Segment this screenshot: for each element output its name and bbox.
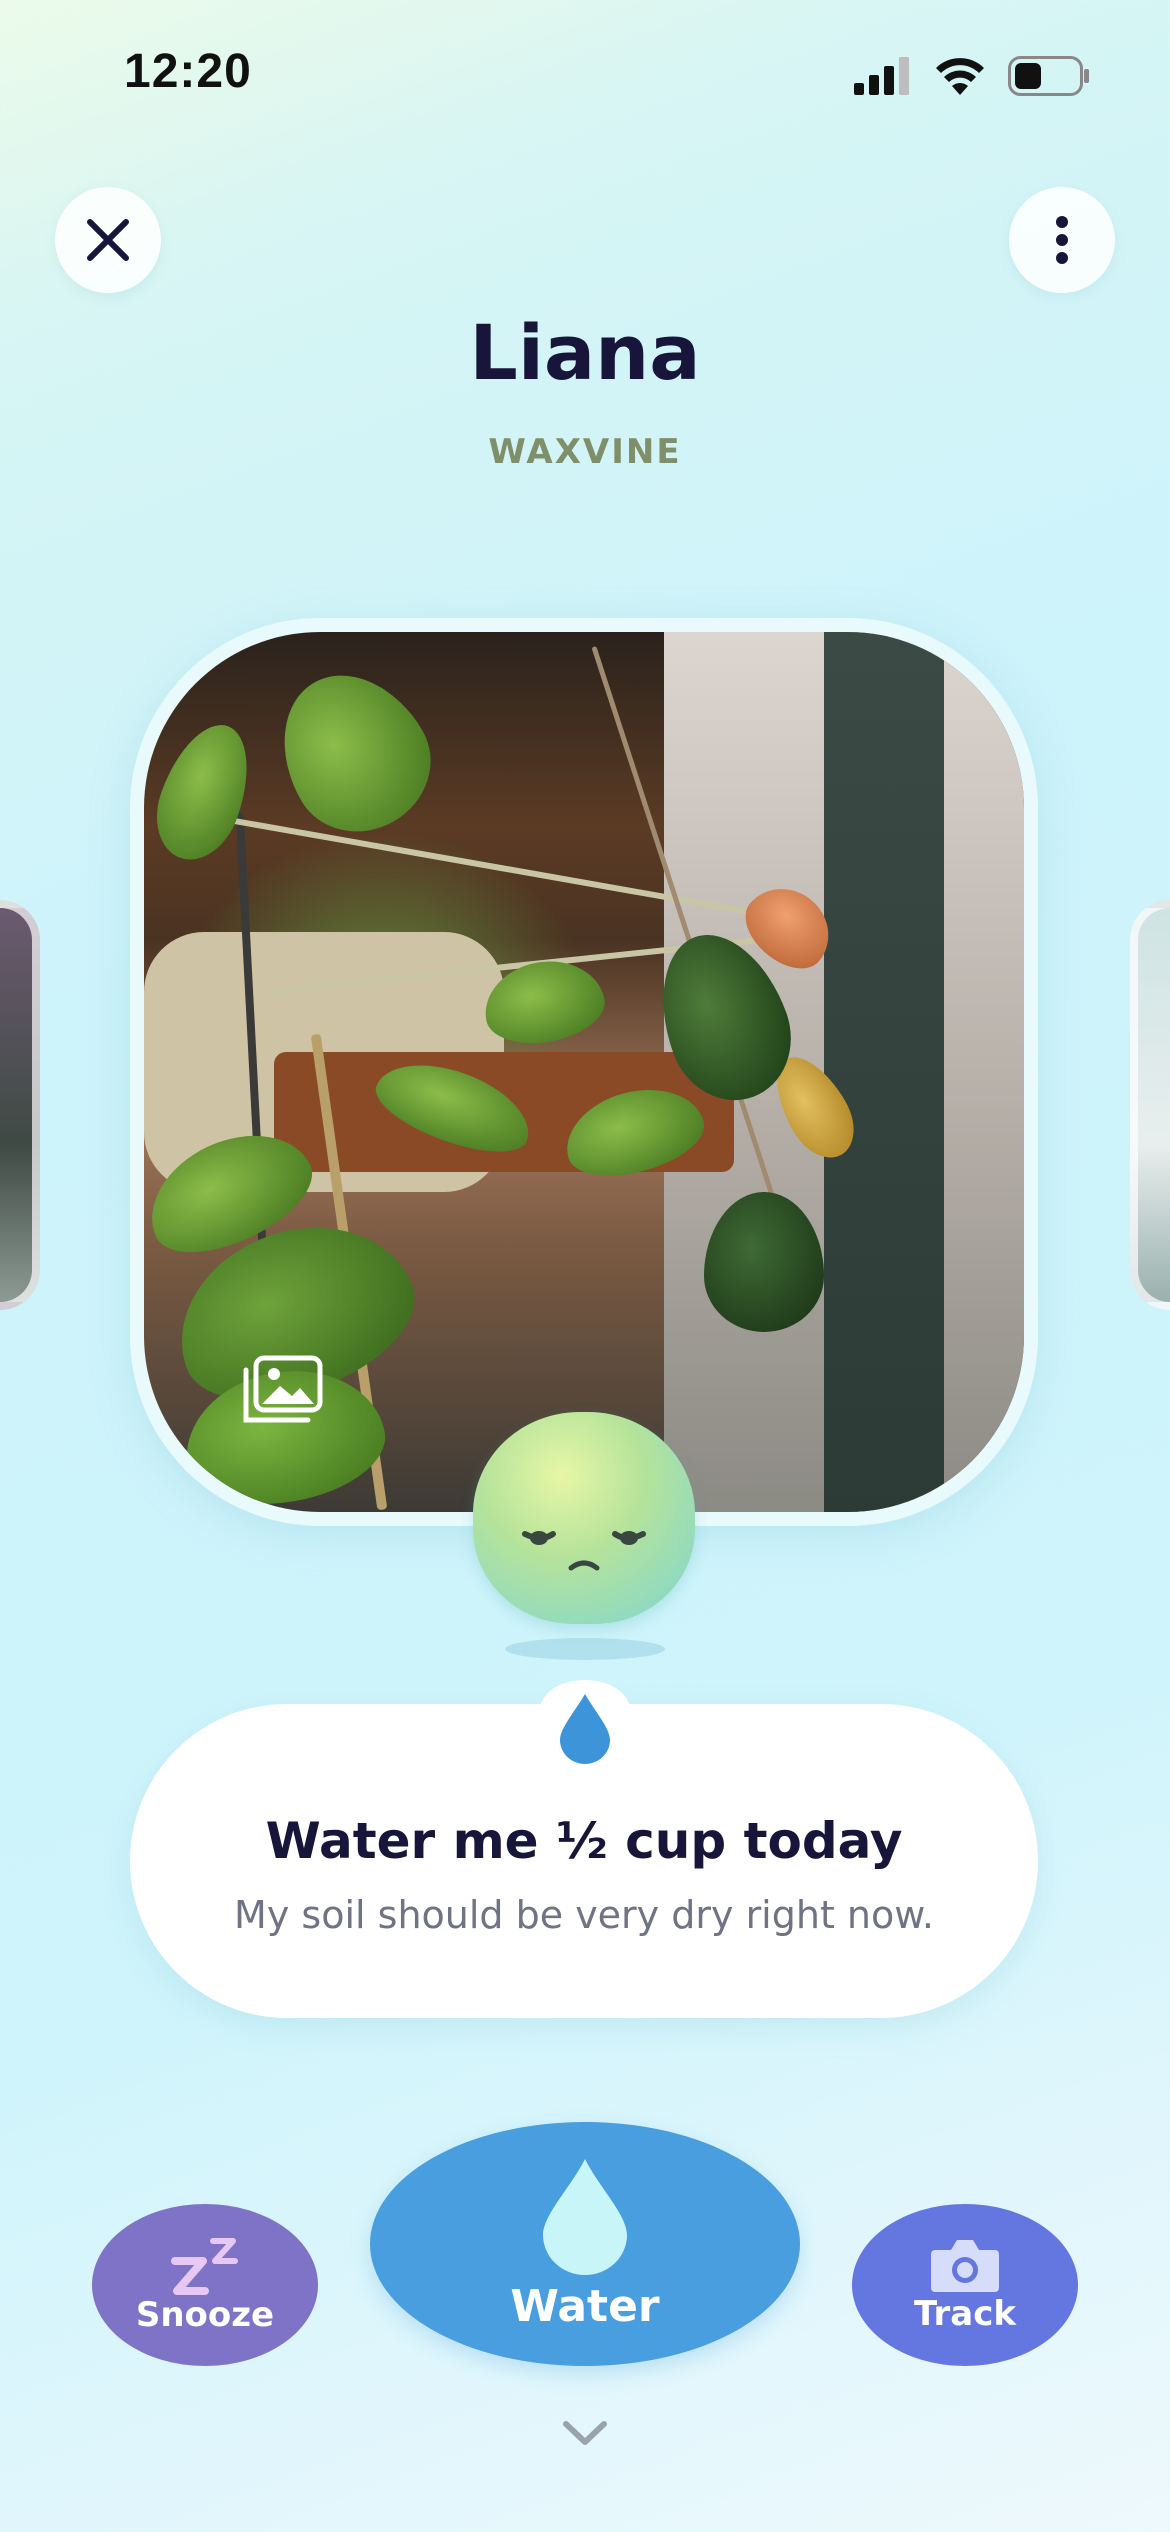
camera-icon [931, 2240, 999, 2292]
battery-icon [1008, 56, 1089, 96]
close-button[interactable] [55, 187, 161, 293]
next-plant-card[interactable] [1130, 900, 1170, 1310]
care-subtitle: My soil should be very dry right now. [234, 1893, 934, 1937]
cellular-signal-icon [854, 57, 909, 95]
plant-species: WAXVINE [488, 432, 682, 472]
mascot-shadow [505, 1638, 665, 1660]
wifi-icon [936, 58, 984, 95]
water-drop-icon [543, 2158, 627, 2275]
care-title: Water me ½ cup today [265, 1812, 903, 1870]
status-time: 12:20 [124, 45, 252, 98]
track-button[interactable]: Track [852, 2204, 1078, 2366]
track-label: Track [914, 2294, 1016, 2334]
water-button[interactable]: Water [370, 2122, 800, 2366]
plant-photo-frame[interactable] [130, 618, 1038, 1526]
plant-name: Liana [469, 308, 701, 397]
sad-face-icon [522, 1531, 646, 1571]
water-drop-icon [560, 1694, 610, 1764]
close-icon [87, 219, 129, 261]
more-options-button[interactable] [1009, 187, 1115, 293]
more-vertical-icon [1056, 216, 1068, 264]
snooze-label: Snooze [135, 2295, 275, 2335]
snooze-icon [171, 2238, 238, 2295]
plant-photo [144, 632, 1024, 1512]
plant-mood-mascot[interactable] [473, 1412, 695, 1624]
status-icons [854, 56, 1090, 96]
snooze-button[interactable]: Snooze [92, 2204, 318, 2366]
status-bar: 12:20 [0, 0, 1170, 150]
chevron-down-icon[interactable] [562, 2420, 608, 2448]
previous-plant-card[interactable] [0, 900, 40, 1310]
gallery-icon[interactable] [242, 1354, 326, 1426]
water-label: Water [510, 2280, 660, 2332]
